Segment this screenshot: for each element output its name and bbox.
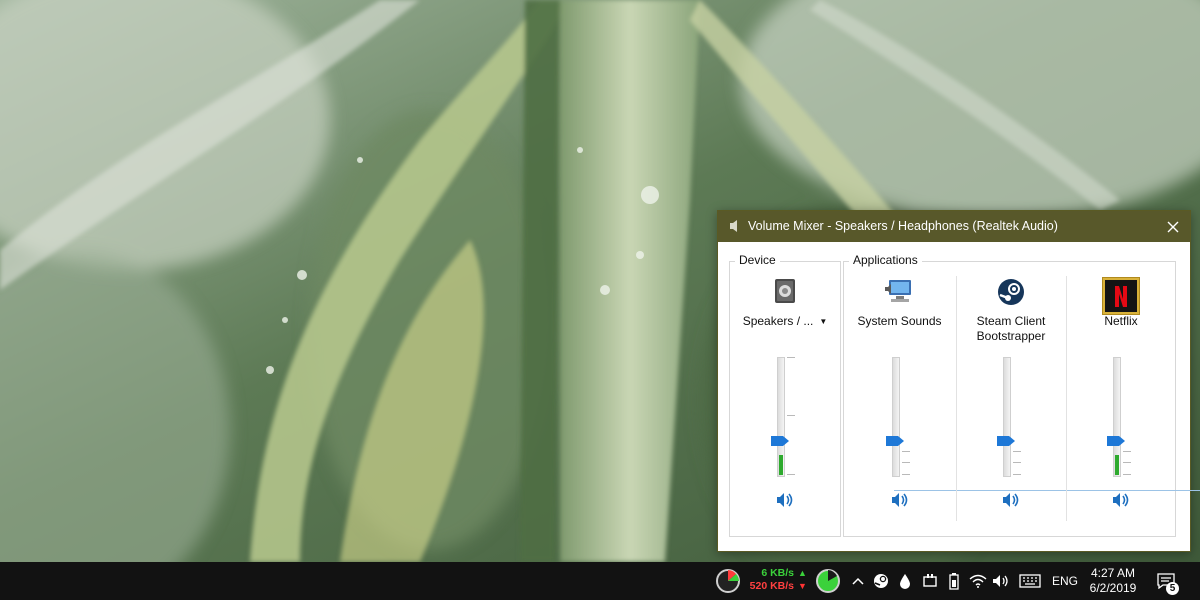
slider-track	[1003, 357, 1011, 477]
slider-tick	[901, 462, 910, 463]
slider-tick	[1123, 474, 1131, 475]
memory-meter-icon[interactable]	[813, 562, 843, 600]
slider-thumb[interactable]	[771, 436, 789, 446]
download-speed: 520 KB/s	[749, 580, 794, 592]
slider-tick	[787, 474, 795, 475]
app-name: Steam Client Bootstrapper	[956, 314, 1066, 344]
mute-speaker-icon[interactable]	[776, 492, 794, 513]
language-indicator[interactable]: ENG	[1052, 574, 1078, 588]
taskbar: 6 KB/s 520 KB/s ▲ ▼ ENG 4:27 AM 6/2/2019…	[0, 562, 1200, 600]
battery-icon[interactable]	[944, 562, 964, 600]
slider-tick	[1013, 451, 1021, 452]
arrow-up-icon: ▲	[798, 568, 807, 578]
chevron-down-icon: ▼	[819, 317, 828, 326]
slider-thumb[interactable]	[885, 436, 904, 446]
close-icon	[1167, 221, 1179, 232]
mute-speaker-icon[interactable]	[1112, 492, 1130, 513]
drop-tray-icon[interactable]	[895, 562, 915, 600]
slider-tick	[901, 474, 910, 475]
slider-tick	[1123, 462, 1131, 463]
chevron-up-icon[interactable]	[849, 562, 867, 600]
slider-tick	[1123, 451, 1131, 452]
window-title: Volume Mixer - Speakers / Headphones (Re…	[748, 219, 1058, 233]
network-arrows: ▲ ▼	[798, 567, 807, 593]
arrow-down-icon: ▼	[798, 581, 807, 591]
app-name: System Sounds	[857, 314, 942, 328]
wifi-icon[interactable]	[967, 562, 989, 600]
app-volume-slider[interactable]	[880, 357, 920, 482]
peak-meter	[779, 455, 783, 475]
close-button[interactable]	[1156, 211, 1190, 242]
slider-track	[891, 357, 900, 477]
app-name-line-1: Steam Client	[976, 314, 1046, 328]
cpu-meter-icon[interactable]	[713, 562, 743, 600]
slider-tick	[787, 357, 795, 358]
app-name: Netflix	[1104, 314, 1138, 328]
slider-tick	[787, 415, 795, 416]
network-speed-readout: 6 KB/s 520 KB/s	[748, 567, 794, 593]
volume-tray-icon[interactable]	[990, 562, 1012, 600]
app-name-line-2: Bootstrapper	[976, 329, 1046, 343]
keyboard-icon[interactable]	[1016, 562, 1044, 600]
upload-speed: 6 KB/s	[761, 567, 794, 579]
speaker-device-icon[interactable]	[772, 278, 798, 309]
steam-tray-icon[interactable]	[870, 562, 892, 600]
device-volume-slider[interactable]	[765, 357, 805, 482]
steam-icon[interactable]	[997, 278, 1025, 311]
clock-date: 6/2/2019	[1089, 581, 1137, 595]
slider-tick	[901, 451, 910, 452]
clock-time: 4:27 AM	[1090, 566, 1136, 580]
slider-tick	[1013, 462, 1021, 463]
channel-netflix: Netflix	[1066, 262, 1176, 538]
channel-system-sounds: System Sounds	[844, 262, 955, 538]
slider-thumb[interactable]	[997, 436, 1015, 446]
power-plug-icon[interactable]	[918, 562, 942, 600]
clock[interactable]: 4:27 AM 6/2/2019	[1085, 566, 1141, 596]
mute-speaker-icon[interactable]	[891, 492, 909, 513]
title-bar[interactable]: Volume Mixer - Speakers / Headphones (Re…	[718, 211, 1190, 242]
channel-steam: Steam Client Bootstrapper	[956, 262, 1066, 538]
device-group: Device Speakers / ... ▼	[729, 253, 841, 538]
notification-count-badge: 5	[1166, 582, 1179, 595]
system-sounds-icon[interactable]	[884, 278, 915, 309]
slider-thumb[interactable]	[1107, 436, 1125, 446]
app-volume-slider[interactable]	[991, 357, 1031, 482]
peak-meter	[1115, 455, 1119, 475]
device-name: Speakers / ...	[742, 314, 814, 328]
slider-tick	[1013, 474, 1021, 475]
notifications-icon[interactable]	[1152, 562, 1180, 600]
device-selector[interactable]: Speakers / ... ▼	[730, 314, 840, 329]
applications-group: Applications System Sounds Steam Client …	[843, 253, 1200, 538]
device-channel: Speakers / ... ▼	[730, 262, 840, 538]
mute-speaker-icon[interactable]	[1002, 492, 1020, 513]
volume-mixer-window: Volume Mixer - Speakers / Headphones (Re…	[717, 210, 1200, 552]
app-volume-slider[interactable]	[1101, 357, 1141, 482]
speaker-app-icon	[729, 219, 741, 238]
